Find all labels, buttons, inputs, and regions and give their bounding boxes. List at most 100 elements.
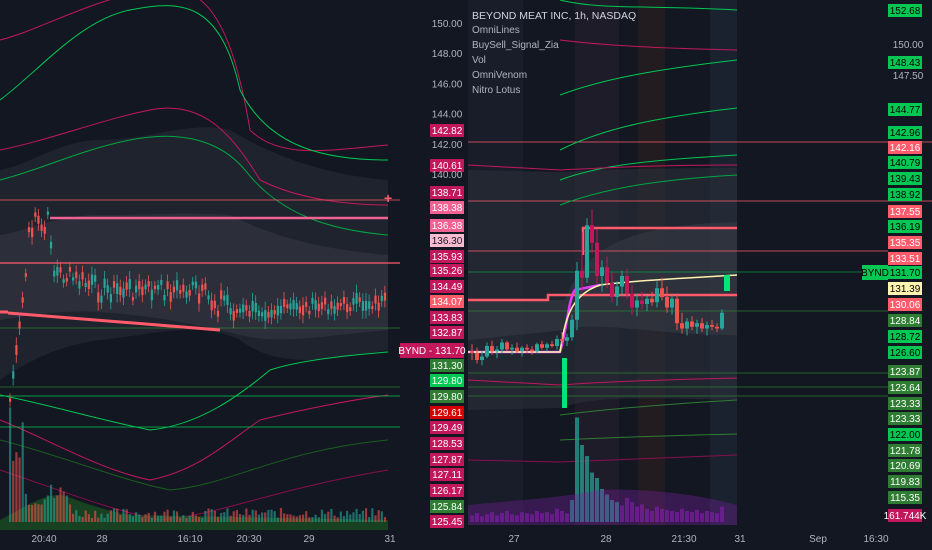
volume-bar bbox=[160, 515, 163, 522]
volume-bar bbox=[106, 513, 109, 522]
y-tick-label: 140.00 bbox=[432, 170, 463, 181]
cross-marker-icon[interactable]: + bbox=[384, 190, 392, 206]
price-label: 142.96 bbox=[890, 128, 921, 139]
price-label: 129.61 bbox=[432, 408, 463, 419]
volume-bar bbox=[147, 512, 150, 522]
volume-bar bbox=[163, 511, 166, 522]
volume-bar bbox=[12, 460, 15, 522]
volume-bar bbox=[31, 504, 34, 522]
candle-body bbox=[226, 294, 229, 305]
candle-body bbox=[87, 280, 90, 289]
candle-body bbox=[305, 301, 308, 307]
candle-body bbox=[75, 271, 78, 279]
y-tick-label: 142.00 bbox=[432, 140, 463, 151]
price-label: 127.11 bbox=[432, 470, 462, 481]
candle-body bbox=[182, 284, 185, 292]
candle-body bbox=[342, 296, 346, 304]
candle-body bbox=[204, 283, 207, 290]
candle-body bbox=[163, 294, 166, 301]
candle-body bbox=[625, 276, 629, 294]
candle-body bbox=[336, 302, 339, 310]
volume-bar bbox=[172, 510, 175, 522]
candle-body bbox=[480, 356, 484, 360]
volume-bar bbox=[53, 498, 56, 522]
volume-bar bbox=[90, 517, 94, 522]
legend-indicator[interactable]: Nitro Lotus bbox=[472, 85, 520, 96]
candle-body bbox=[112, 281, 116, 288]
legend-indicator[interactable]: OmniLines bbox=[472, 25, 520, 36]
candle-body bbox=[18, 321, 21, 329]
candle-body bbox=[364, 300, 368, 311]
price-label: 135.93 bbox=[432, 252, 463, 263]
volume-bar bbox=[204, 510, 207, 522]
candle-body bbox=[620, 276, 624, 287]
candle-body bbox=[600, 267, 604, 276]
price-label: 133.83 bbox=[432, 313, 463, 324]
volume-bar bbox=[109, 510, 112, 522]
candle-body bbox=[220, 290, 223, 300]
candle-body bbox=[470, 351, 474, 353]
candle-body bbox=[605, 267, 609, 283]
candle-body bbox=[680, 323, 684, 329]
candle-body bbox=[279, 305, 283, 314]
volume-bar bbox=[238, 514, 242, 522]
volume-bar bbox=[235, 510, 238, 522]
volume-bar bbox=[153, 511, 157, 522]
candle-body bbox=[238, 308, 242, 313]
volume-bar bbox=[327, 511, 330, 522]
candle-body bbox=[68, 267, 72, 272]
candle-body bbox=[135, 285, 138, 293]
price-label: 139.43 bbox=[890, 174, 921, 185]
legend-indicator[interactable]: BuySell_Signal_Zia bbox=[472, 40, 559, 51]
price-label: 136.38 bbox=[432, 221, 463, 232]
candle-body bbox=[675, 298, 679, 324]
candle-body bbox=[37, 215, 40, 224]
ticker-tag-right: BYND bbox=[861, 265, 889, 280]
price-label: 134.07 bbox=[432, 297, 463, 308]
candle-body bbox=[43, 226, 46, 234]
candle-body bbox=[201, 284, 204, 291]
candle-body bbox=[286, 304, 289, 309]
volume-bar bbox=[37, 504, 40, 522]
price-label: 131.39 bbox=[890, 284, 921, 295]
price-label: 120.69 bbox=[890, 461, 921, 472]
volume-bar bbox=[150, 517, 153, 522]
volume-bar bbox=[103, 517, 106, 522]
volume-bar bbox=[210, 509, 213, 522]
candle-body bbox=[515, 347, 519, 352]
volume-bar bbox=[232, 511, 235, 522]
volume-bar bbox=[43, 499, 46, 522]
candle-body bbox=[361, 301, 364, 311]
price-label: 138.71 bbox=[432, 188, 463, 199]
price-label: 161.744K bbox=[884, 511, 927, 522]
candle-body bbox=[301, 305, 305, 316]
volume-bar bbox=[213, 510, 216, 522]
candle-body bbox=[635, 300, 639, 308]
candle-body bbox=[520, 347, 524, 352]
price-label: 127.87 bbox=[432, 455, 463, 466]
volume-bar bbox=[34, 503, 37, 522]
candle-body bbox=[358, 297, 361, 302]
candle-body bbox=[289, 303, 292, 310]
price-label: 138.38 bbox=[432, 203, 463, 214]
candle-body bbox=[179, 290, 182, 294]
legend-indicator[interactable]: OmniVenom bbox=[472, 70, 527, 81]
candle-body bbox=[485, 346, 489, 357]
volume-bar bbox=[62, 491, 65, 522]
price-label: 122.00 bbox=[890, 430, 921, 441]
price-label: 140.79 bbox=[890, 158, 921, 169]
candle-body bbox=[15, 345, 18, 355]
y-tick-label: 144.00 bbox=[432, 110, 463, 121]
candle-body bbox=[97, 292, 100, 303]
volume-bar bbox=[18, 457, 21, 522]
x-tick-label: 16:10 bbox=[177, 534, 202, 545]
candle-body bbox=[267, 311, 270, 318]
candle-body bbox=[232, 311, 235, 321]
volume-bar bbox=[59, 487, 62, 522]
candle-body bbox=[320, 302, 324, 309]
candle-body bbox=[610, 283, 614, 297]
volume-bar bbox=[157, 515, 160, 522]
legend-indicator[interactable]: Vol bbox=[472, 55, 486, 66]
candle-body bbox=[276, 305, 279, 316]
volume-bar bbox=[194, 515, 198, 522]
